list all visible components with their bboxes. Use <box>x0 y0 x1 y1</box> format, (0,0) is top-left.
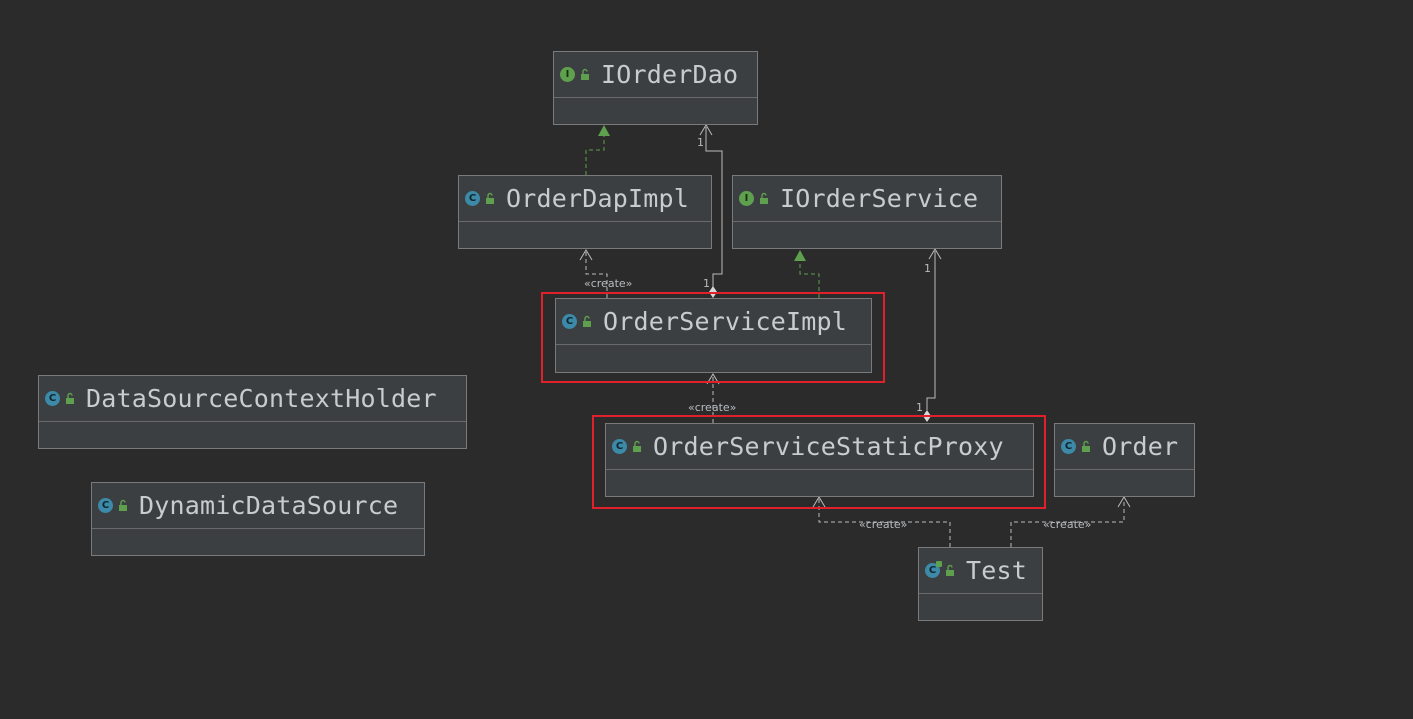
association-diamond <box>923 410 931 422</box>
unlock-icon <box>760 192 768 204</box>
node-dynamicdatasource[interactable]: C DynamicDataSource <box>91 482 425 556</box>
label-create-3: «create» <box>859 518 907 531</box>
node-orderdapimpl[interactable]: C OrderDapImpl <box>458 175 712 249</box>
unlock-icon <box>946 564 954 576</box>
realization-arrowhead <box>794 250 806 261</box>
label-multiplicity-1a: 1 <box>697 136 704 149</box>
label-multiplicity-1d: 1 <box>916 401 923 414</box>
label-create-2: «create» <box>688 401 736 414</box>
node-title: DataSourceContextHolder <box>86 384 437 413</box>
node-order[interactable]: C Order <box>1054 423 1195 497</box>
association-diamond <box>709 286 717 298</box>
class-icon: C <box>45 391 60 406</box>
class-icon: C <box>465 191 480 206</box>
node-title: OrderServiceImpl <box>603 307 848 336</box>
node-orderservicestaticproxy[interactable]: C OrderServiceStaticProxy <box>605 423 1034 497</box>
node-title: Order <box>1102 432 1179 461</box>
realization-orderserviceimpl-iorderservice <box>799 261 820 298</box>
unlock-icon <box>1082 440 1090 452</box>
node-iorderdao[interactable]: I IOrderDao <box>553 51 758 125</box>
unlock-icon <box>581 68 589 80</box>
unlock-icon <box>633 440 641 452</box>
label-create-1: «create» <box>584 277 632 290</box>
main-class-icon: C <box>925 561 942 578</box>
class-icon: C <box>612 439 627 454</box>
dependency-create-orderserviceimpl <box>706 373 720 423</box>
node-title: OrderServiceStaticProxy <box>653 432 1004 461</box>
node-title: Test <box>966 556 1028 585</box>
realization-orderdapimpl-iorderdao <box>585 136 605 175</box>
node-title: DynamicDataSource <box>139 491 399 520</box>
node-iorderservice[interactable]: I IOrderService <box>732 175 1002 249</box>
node-title: IOrderService <box>780 184 979 213</box>
unlock-icon <box>583 315 591 327</box>
class-icon: C <box>98 498 113 513</box>
dependency-create-orderdapimpl <box>579 249 608 298</box>
interface-icon: I <box>560 67 575 82</box>
unlock-icon <box>119 499 127 511</box>
class-icon: C <box>562 314 577 329</box>
class-icon: C <box>1061 439 1076 454</box>
node-orderserviceimpl[interactable]: C OrderServiceImpl <box>555 298 872 373</box>
label-create-4: «create» <box>1043 518 1091 531</box>
realization-arrowhead <box>598 125 610 136</box>
interface-icon: I <box>739 191 754 206</box>
node-test[interactable]: C Test <box>918 547 1043 621</box>
node-title: IOrderDao <box>601 60 739 89</box>
label-multiplicity-1b: 1 <box>703 277 710 290</box>
label-multiplicity-1c: 1 <box>924 262 931 275</box>
node-datasourcecontextholder[interactable]: C DataSourceContextHolder <box>38 375 467 449</box>
unlock-icon <box>486 192 494 204</box>
unlock-icon <box>66 392 74 404</box>
node-title: OrderDapImpl <box>506 184 690 213</box>
